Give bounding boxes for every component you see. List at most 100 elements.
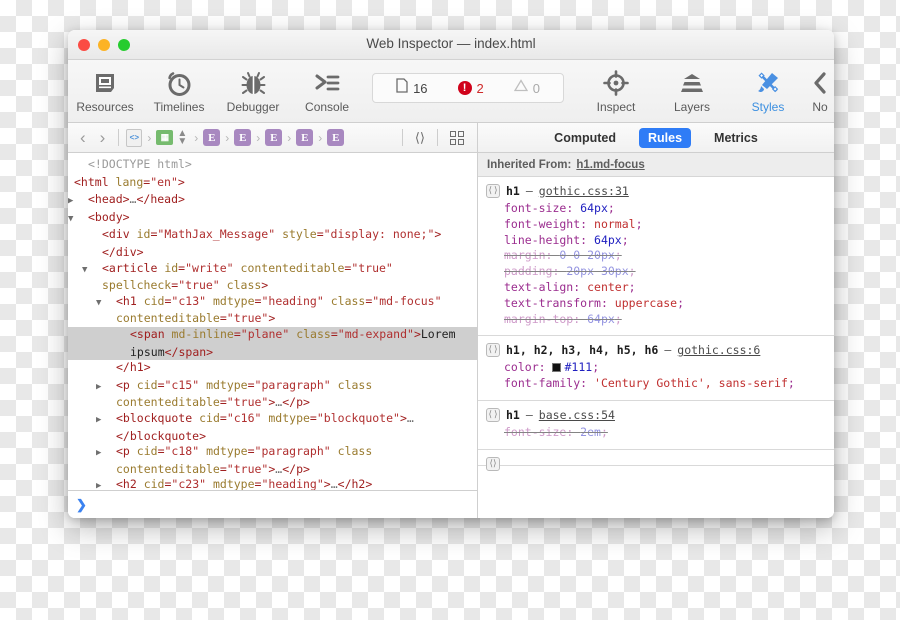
- tab-computed[interactable]: Computed: [545, 128, 625, 148]
- css-declaration-list: font-size: 64px; font-weight: normal; line…: [478, 201, 834, 327]
- disclosure-triangle-open-icon[interactable]: ▼: [96, 296, 116, 312]
- css-property-value[interactable]: 64px: [594, 233, 622, 247]
- dom-node[interactable]: <!DOCTYPE html>: [68, 157, 477, 175]
- toolbar-item-nodes-collapsed[interactable]: No: [806, 65, 834, 114]
- css-property-name: padding: [504, 264, 553, 279]
- dom-node[interactable]: ▼ <article id="write" contenteditable="tr…: [68, 261, 477, 294]
- css-property-value[interactable]: 20px 30px: [566, 264, 628, 278]
- css-rule-dash: —: [525, 184, 533, 198]
- css-rule-partial[interactable]: ⟨⟩: [478, 450, 834, 471]
- status-pill[interactable]: 16 ! 2 0: [372, 73, 564, 103]
- tab-metrics[interactable]: Metrics: [705, 128, 767, 148]
- css-declaration-disabled[interactable]: margin-top: 64px;: [504, 312, 834, 328]
- breadcrumb-element-badge-4[interactable]: E: [296, 129, 314, 146]
- css-declaration-disabled[interactable]: font-size: 2em;: [504, 425, 834, 441]
- css-property-value[interactable]: center: [587, 280, 629, 294]
- goto-arrow-icon[interactable]: ⟨⟩: [486, 456, 500, 471]
- console-prompt-bar[interactable]: ❯: [68, 490, 477, 518]
- css-declaration-disabled[interactable]: margin: 0 0 20px;: [504, 248, 834, 264]
- css-declaration[interactable]: font-size: 64px;: [504, 201, 834, 217]
- css-property-value[interactable]: 0 0 20px: [559, 248, 614, 262]
- toolbar-item-inspect[interactable]: Inspect: [578, 65, 654, 114]
- css-property-value[interactable]: #111: [564, 360, 592, 374]
- css-rules-list[interactable]: ⟨⟩ h1 — gothic.css:31 font-size: 64px; font…: [478, 177, 834, 518]
- dom-token-val: "true": [226, 395, 269, 410]
- toolbar-item-styles[interactable]: Styles: [730, 65, 806, 114]
- css-rule-selector[interactable]: h1: [506, 184, 520, 198]
- css-declaration[interactable]: font-weight: normal;: [504, 217, 834, 233]
- breadcrumb-element-badge-2[interactable]: E: [234, 129, 252, 146]
- goto-arrow-icon[interactable]: ⟨⟩: [486, 184, 500, 198]
- color-swatch[interactable]: [552, 363, 562, 373]
- breadcrumb-element-badge-3[interactable]: E: [265, 129, 283, 146]
- css-property-value[interactable]: normal: [594, 217, 636, 231]
- css-rule[interactable]: ⟨⟩ h1 — gothic.css:31 font-size: 64px; font…: [478, 177, 834, 337]
- dom-tree[interactable]: <!DOCTYPE html>▼<html lang="en">▶<head>……: [68, 153, 477, 490]
- dom-token-tag: >: [268, 311, 276, 326]
- disclosure-triangle-closed-icon[interactable]: ▶: [96, 413, 116, 429]
- css-declaration-disabled[interactable]: padding: 20px 30px;: [504, 264, 834, 280]
- dom-node[interactable]: ▶ <blockquote cid="c16" mdtype="blockquot…: [68, 411, 477, 444]
- disclosure-triangle-closed-icon[interactable]: ▶: [96, 446, 116, 462]
- back-button[interactable]: ‹: [74, 129, 92, 146]
- dom-node[interactable]: <div id="MathJax_Message" style="display…: [68, 227, 477, 260]
- css-rule-selector[interactable]: h1: [506, 408, 520, 422]
- css-rule-source-link[interactable]: gothic.css:6: [677, 343, 760, 357]
- forward-button[interactable]: ›: [94, 129, 112, 146]
- goto-arrow-icon[interactable]: ⟨⟩: [486, 407, 500, 422]
- css-declaration[interactable]: line-height: 64px;: [504, 233, 834, 249]
- dom-node[interactable]: ▶ <head>…</head>: [68, 192, 477, 210]
- css-rule-source-link[interactable]: base.css:54: [539, 408, 615, 422]
- css-rule-source-link[interactable]: gothic.css:31: [539, 184, 629, 198]
- css-declaration[interactable]: font-family: 'Century Gothic', sans-seri…: [504, 376, 834, 392]
- tab-rules[interactable]: Rules: [638, 127, 692, 148]
- css-declaration[interactable]: text-transform: uppercase;: [504, 296, 834, 312]
- error-icon: !: [457, 81, 472, 95]
- layout-grid-icon[interactable]: [443, 130, 471, 145]
- css-rule[interactable]: ⟨⟩ h1, h2, h3, h4, h5, h6 — gothic.css:6 c…: [478, 336, 834, 401]
- dom-node[interactable]: ▶ <p cid="c15" mdtype="paragraph" class c…: [68, 378, 477, 411]
- css-property-value[interactable]: 64px: [587, 312, 615, 326]
- goto-arrow-icon[interactable]: ⟨⟩: [486, 343, 500, 358]
- css-declaration[interactable]: text-align: center;: [504, 280, 834, 296]
- breadcrumb-element-badge-1[interactable]: E: [203, 129, 221, 146]
- error-count-group[interactable]: ! 2: [445, 81, 497, 96]
- css-rule-selector[interactable]: h1, h2, h3, h4, h5, h6: [506, 343, 658, 357]
- dom-node[interactable]: ▶ <p cid="c18" mdtype="paragraph" class c…: [68, 444, 477, 477]
- dom-node[interactable]: </h1>: [68, 360, 477, 378]
- toolbar-item-timelines[interactable]: Timelines: [142, 65, 216, 114]
- dom-node[interactable]: ▼ <body>: [68, 210, 477, 228]
- toolbar-item-debugger[interactable]: Debugger: [216, 65, 290, 114]
- breadcrumb-element-badge-5[interactable]: E: [327, 129, 345, 146]
- disclosure-triangle-closed-icon[interactable]: ▶: [96, 380, 116, 396]
- breadcrumb-frame-icon[interactable]: ▦: [156, 130, 174, 145]
- dom-node-selected[interactable]: <span md-inline="plane" class="md-expand…: [68, 326, 477, 361]
- source-code-icon[interactable]: ⟨⟩: [408, 130, 432, 146]
- disclosure-triangle-open-icon[interactable]: ▼: [68, 212, 88, 228]
- css-property-value[interactable]: 64px: [580, 201, 608, 215]
- breadcrumb: ‹ › <> › ▦ ▲ ▼ › E › E › E › E › E ⟨⟩: [68, 123, 477, 153]
- css-rule[interactable]: ⟨⟩ h1 — base.css:54 font-size: 2em;: [478, 401, 834, 450]
- breadcrumb-document-icon[interactable]: <>: [126, 128, 143, 147]
- css-property-value[interactable]: 2em: [580, 425, 601, 439]
- inherited-from-selector[interactable]: h1.md-focus: [576, 159, 644, 171]
- toolbar-item-console[interactable]: Console: [290, 65, 364, 114]
- disclosure-triangle-open-icon[interactable]: ▼: [82, 263, 102, 279]
- css-property-value[interactable]: uppercase: [615, 296, 677, 310]
- disclosure-triangle-closed-icon[interactable]: ▶: [68, 194, 88, 210]
- css-declaration[interactable]: color: #111;: [504, 360, 834, 376]
- dom-node[interactable]: ▼<html lang="en">: [68, 175, 477, 193]
- toolbar-item-layers[interactable]: Layers: [654, 65, 730, 114]
- css-property-name: margin-top: [504, 311, 574, 326]
- main-toolbar: Resources Timelines Debugger Console 16 …: [68, 60, 834, 123]
- dom-token-tag: >: [413, 326, 421, 341]
- dom-node[interactable]: ▶ <h2 cid="c23" mdtype="heading">…</h2>: [68, 477, 477, 490]
- disclosure-triangle-closed-icon[interactable]: ▶: [96, 479, 116, 490]
- dom-node[interactable]: ▼ <h1 cid="c13" mdtype="heading" class="m…: [68, 294, 477, 327]
- warning-count-group[interactable]: 0: [501, 79, 553, 97]
- breadcrumb-stepper[interactable]: ▲ ▼: [175, 128, 189, 146]
- resource-count-group[interactable]: 16: [383, 78, 440, 98]
- toolbar-item-resources[interactable]: Resources: [68, 65, 142, 114]
- css-property-value[interactable]: 'Century Gothic', sans-serif: [594, 376, 788, 390]
